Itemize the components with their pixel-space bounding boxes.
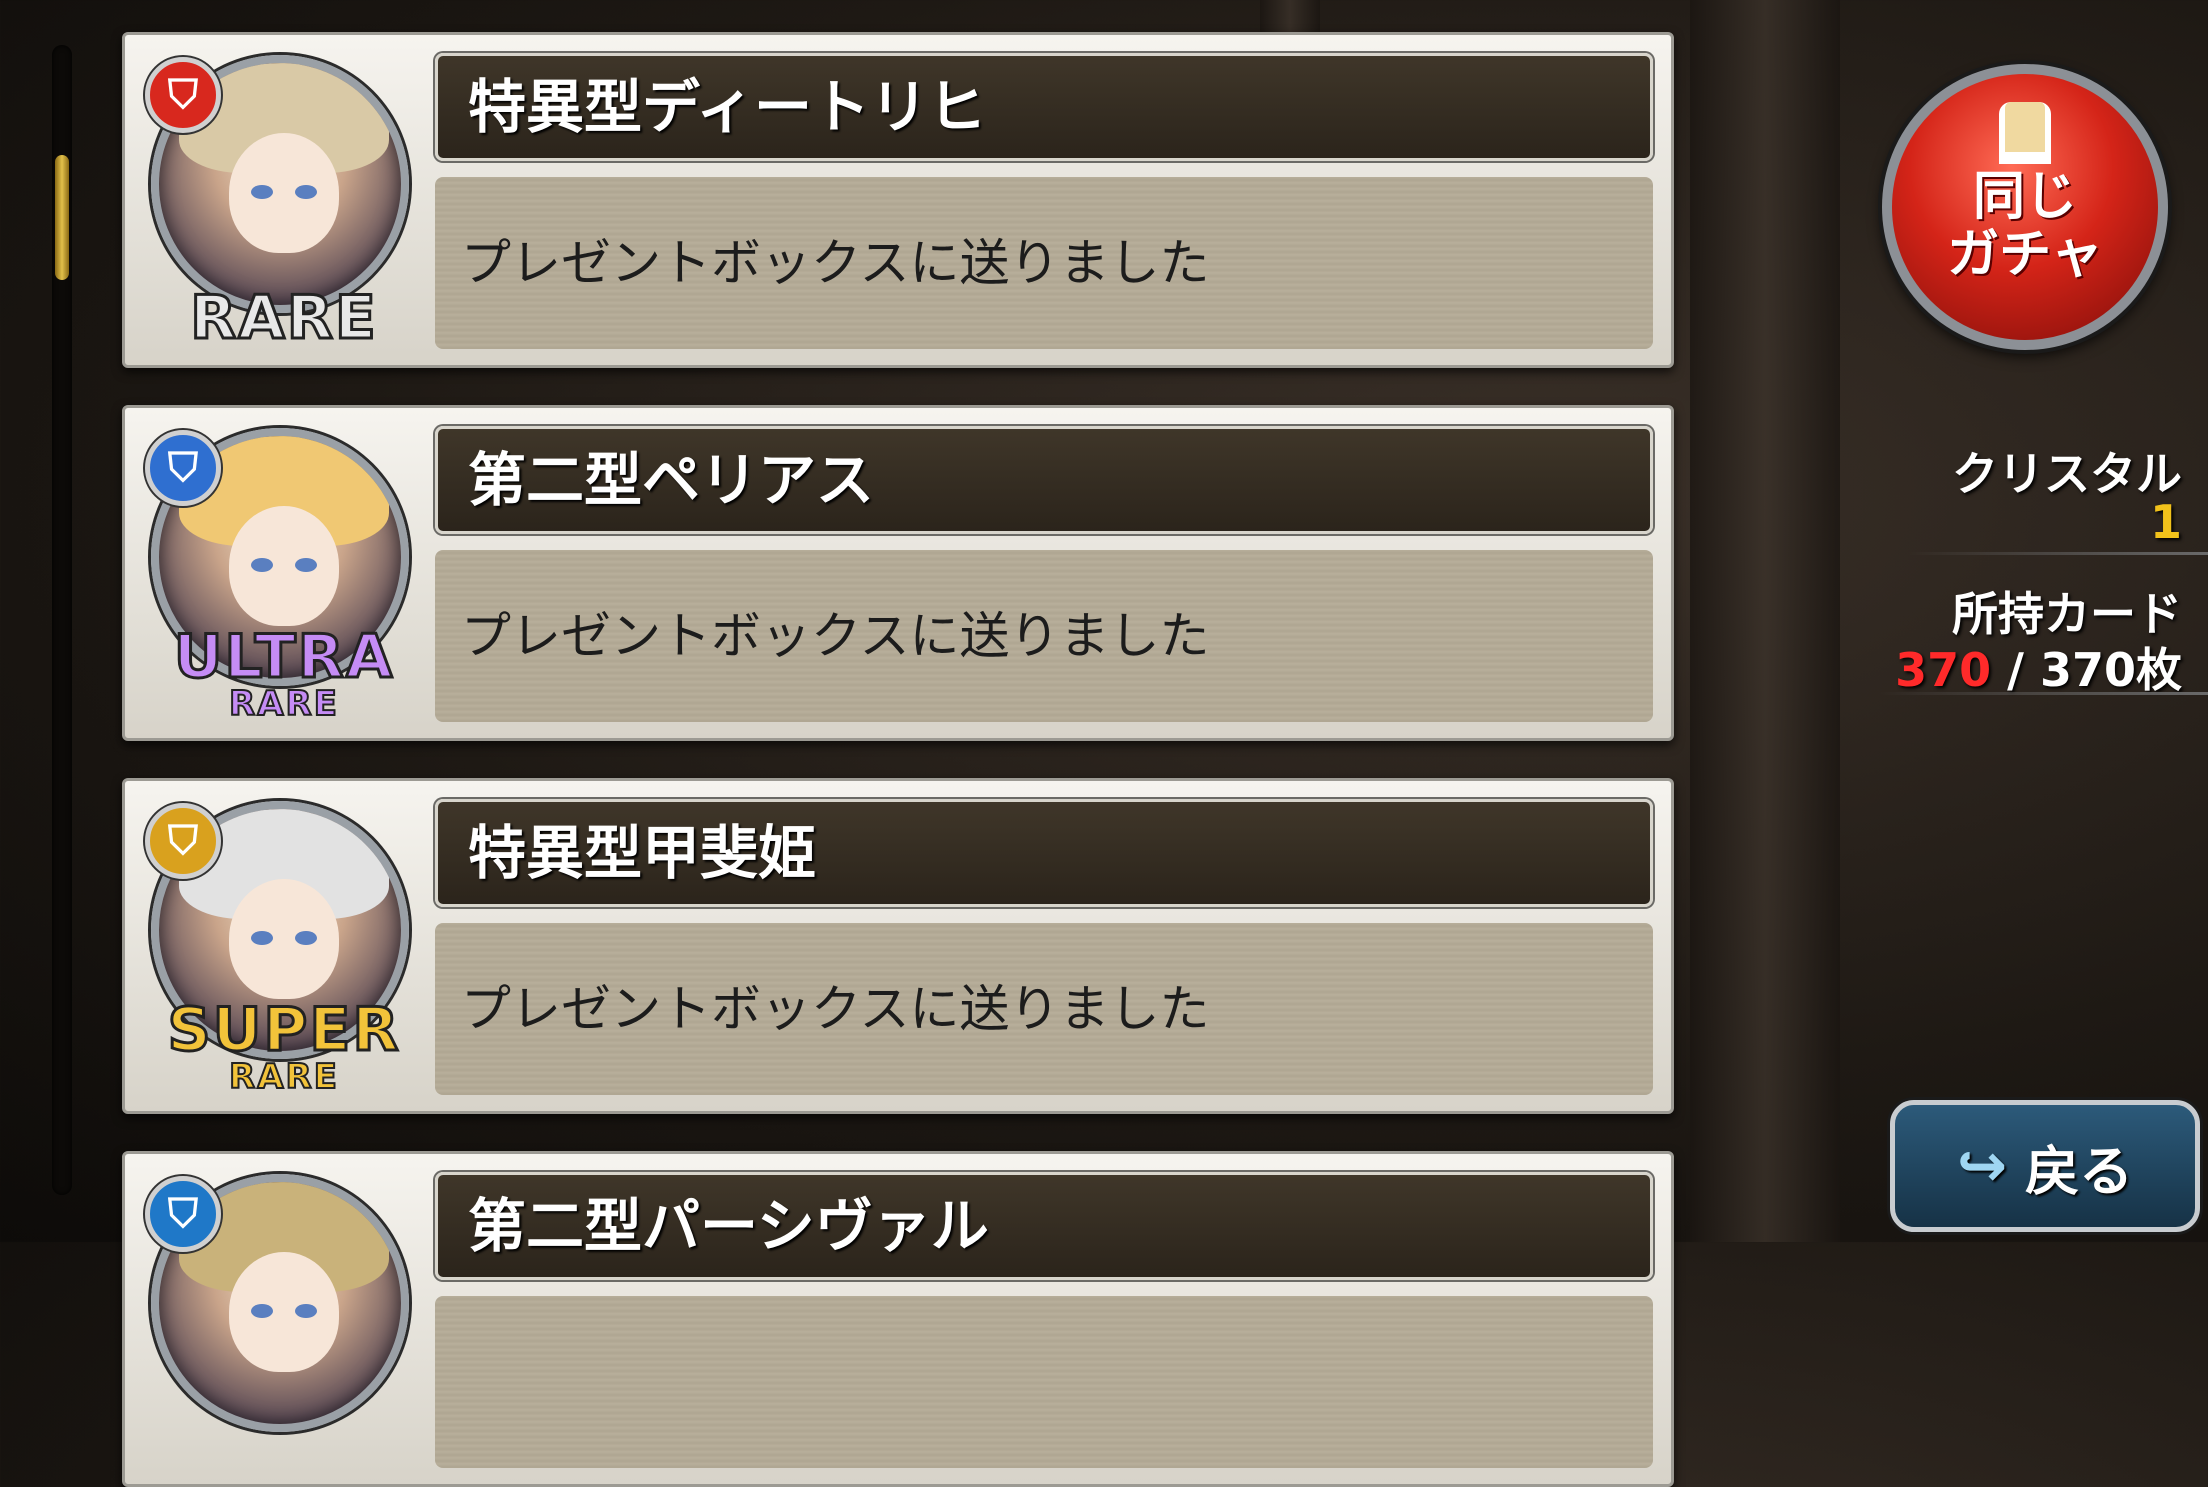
rarity-label: ULTRA RARE (139, 622, 429, 724)
back-button-label: 戻る (2025, 1139, 2134, 1203)
character-face (229, 133, 339, 253)
shield-icon: ⛉ (145, 1176, 221, 1252)
divider (1908, 552, 2208, 555)
character-name: 特異型ディートリヒ (435, 53, 1653, 161)
gacha-result-card[interactable]: ⛉ RARE 特異型ディートリヒ プレゼントボックスに送りました (122, 32, 1674, 368)
scrollbar[interactable] (52, 45, 72, 1195)
crystal-label: クリスタル (1952, 447, 2182, 501)
scrollbar-thumb[interactable] (55, 155, 69, 280)
character-portrait[interactable]: ⛉ ULTRA RARE (139, 420, 429, 725)
back-button[interactable]: ↪ 戻る (1890, 1100, 2200, 1232)
character-face (229, 879, 339, 999)
character-name: 第二型ペリアス (435, 426, 1653, 534)
owned-cards-max: 370枚 (2039, 643, 2182, 697)
owned-cards-separator: / (1991, 643, 2040, 697)
character-name: 特異型甲斐姫 (435, 799, 1653, 907)
character-face (229, 1252, 339, 1372)
character-portrait[interactable]: ⛉ (139, 1166, 429, 1471)
character-name: 第二型パーシヴァル (435, 1172, 1653, 1280)
rarity-sub: RARE (228, 684, 339, 724)
gacha-result-card[interactable]: ⛉ 第二型パーシヴァル (122, 1151, 1674, 1487)
result-message: プレゼントボックスに送りました (435, 923, 1653, 1095)
character-portrait[interactable]: ⛉ SUPER RARE (139, 793, 429, 1098)
same-gacha-button[interactable]: 同じ ガチャ (1882, 64, 2168, 350)
owned-cards-count: 370 / 370枚 (1895, 634, 2182, 700)
same-gacha-label: 同じ ガチャ (1947, 167, 2103, 285)
background-pillar (1690, 0, 1840, 1242)
crystal-value: 1 (2149, 495, 2182, 549)
rarity-main: RARE (189, 283, 378, 353)
rarity-label: RARE (139, 283, 429, 353)
rarity-sub: RARE (228, 1057, 339, 1097)
result-message: プレゼントボックスに送りました (435, 550, 1653, 722)
result-message: プレゼントボックスに送りました (435, 177, 1653, 349)
gacha-result-card[interactable]: ⛉ ULTRA RARE 第二型ペリアス プレゼントボックスに送りました (122, 405, 1674, 741)
shield-icon: ⛉ (145, 803, 221, 879)
character-portrait[interactable]: ⛉ RARE (139, 47, 429, 352)
return-arrow-icon: ↪ (1956, 1131, 2008, 1201)
shield-icon: ⛉ (145, 57, 221, 133)
divider (1878, 692, 2208, 695)
shield-icon: ⛉ (145, 430, 221, 506)
rarity-label: SUPER RARE (139, 995, 429, 1097)
rarity-main: SUPER (166, 995, 401, 1065)
gacha-machine-icon (2005, 102, 2045, 152)
rarity-main: ULTRA (172, 622, 395, 692)
result-message (435, 1296, 1653, 1468)
owned-cards-current: 370 (1895, 643, 1992, 697)
gacha-result-card[interactable]: ⛉ SUPER RARE 特異型甲斐姫 プレゼントボックスに送りました (122, 778, 1674, 1114)
character-face (229, 506, 339, 626)
